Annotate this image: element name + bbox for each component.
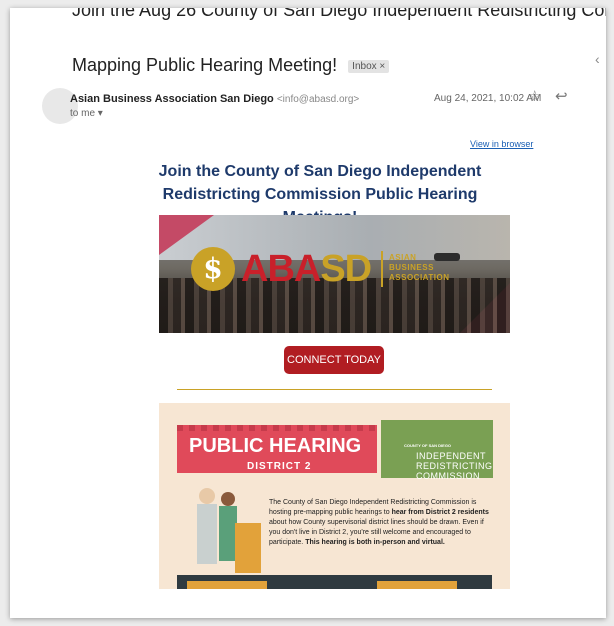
commission-line2: REDISTRICTING <box>416 461 493 471</box>
divider-line <box>177 389 492 390</box>
poster-text-bold2: This hearing is both in-person and virtu… <box>305 539 445 546</box>
logo-divider <box>381 251 383 287</box>
email-subject-line1: Join the Aug 26 County of San Diego Inde… <box>72 8 606 20</box>
reply-icon[interactable]: ↩ <box>555 87 568 105</box>
abasd-logo-text: ABASD <box>241 246 372 292</box>
logo-sub-line3: ASSOCIATION <box>389 273 450 282</box>
email-sheet: Join the Aug 26 County of San Diego Inde… <box>10 8 606 618</box>
print-icon[interactable]: ‹ <box>595 51 600 67</box>
poster-banner-stripe <box>177 425 377 431</box>
poster-district: DISTRICT 2 <box>247 461 312 472</box>
star-icon[interactable]: ☆ <box>528 87 541 105</box>
poster-footer-band <box>177 575 492 589</box>
commission-line3: COMMISSION <box>416 471 481 481</box>
headline-line1: Join the County of San Diego Independent <box>158 163 482 180</box>
podium-icon <box>235 523 261 573</box>
logo-sub-line1: ASIAN <box>389 253 417 262</box>
person-head <box>221 492 235 506</box>
sender-email: <info@abasd.org> <box>276 94 360 105</box>
poster-text-bold1: hear from District 2 residents <box>391 509 489 516</box>
sender-name[interactable]: Asian Business Association San Diego <box>70 93 274 105</box>
poster-title: PUBLIC HEARING <box>189 435 362 457</box>
view-in-browser-link[interactable]: View in browser <box>470 139 533 149</box>
recipient-dropdown[interactable]: to me ▾ <box>70 108 103 119</box>
poster-footer-tab <box>377 581 457 589</box>
connect-today-button[interactable]: CONNECT TODAY <box>284 346 384 374</box>
commission-line1: INDEPENDENT <box>416 451 487 461</box>
person-body <box>197 504 217 564</box>
poster-description: The County of San Diego Independent Redi… <box>269 498 494 548</box>
hero-banner-image[interactable]: $ ABASD ASIAN BUSINESS ASSOCIATION <box>159 215 510 333</box>
email-date: Aug 24, 2021, 10:02 AM <box>434 93 542 104</box>
email-subject-line2: Mapping Public Hearing Meeting! <box>72 55 338 75</box>
logo-subtitle: ASIAN BUSINESS ASSOCIATION <box>389 253 449 283</box>
inbox-label[interactable]: Inbox × <box>348 59 390 73</box>
speakers-illustration <box>197 488 261 578</box>
public-hearing-poster[interactable]: PUBLIC HEARING DISTRICT 2 COUNTY OF SAN … <box>159 403 510 589</box>
email-subject: Mapping Public Hearing Meeting! Inbox × <box>72 55 390 76</box>
commission-county: COUNTY OF SAN DIEGO <box>404 443 452 448</box>
sender-info: Asian Business Association San Diego <in… <box>70 93 359 105</box>
abasd-logo-icon: $ <box>191 247 235 291</box>
logo-sd: SD <box>320 248 372 290</box>
commission-name: INDEPENDENT REDISTRICTING COMMISSION <box>416 451 493 481</box>
logo-sub-line2: BUSINESS <box>389 263 434 272</box>
logo-aba: ABA <box>241 248 321 290</box>
person-head <box>199 488 215 504</box>
poster-footer-tab <box>187 581 267 589</box>
